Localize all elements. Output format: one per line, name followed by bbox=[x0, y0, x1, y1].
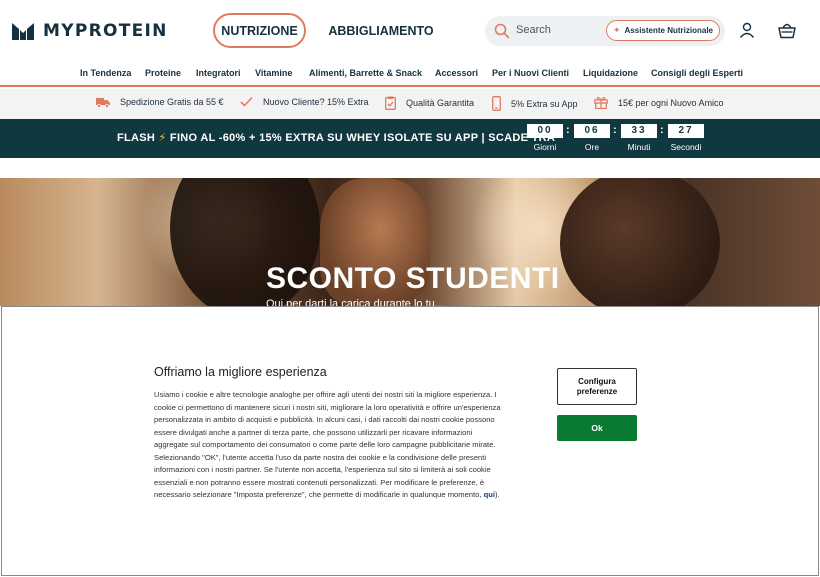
hero-title: SCONTO STUDENTI bbox=[266, 262, 560, 295]
user-icon[interactable] bbox=[739, 22, 755, 38]
cookie-body-text: Usiamo i cookie e altre tecnologie analo… bbox=[154, 390, 501, 499]
countdown-seconds: 27 bbox=[668, 124, 704, 138]
cookie-here-link[interactable]: qui bbox=[484, 490, 495, 499]
check-icon bbox=[240, 96, 253, 107]
nutrition-assistant-button[interactable]: ✦ Assistente Nutrizionale bbox=[606, 20, 720, 41]
countdown-days: 00 bbox=[527, 124, 563, 138]
search-bar[interactable]: Search ✦ Assistente Nutrizionale bbox=[485, 16, 725, 46]
phone-icon bbox=[492, 96, 501, 111]
promo-text: FLASH ⚡ FINO AL -60% + 15% EXTRA SU WHEY… bbox=[117, 131, 555, 144]
category-vitamine[interactable]: Vitamine bbox=[255, 68, 292, 78]
category-liquidazione[interactable]: Liquidazione bbox=[583, 68, 638, 78]
countdown-minutes-label: Minuti bbox=[627, 142, 651, 152]
search-input[interactable]: Search bbox=[516, 24, 551, 36]
nav-nutrizione[interactable]: NUTRIZIONE bbox=[213, 13, 306, 48]
promo-text-start: FLASH bbox=[117, 132, 159, 144]
category-proteine[interactable]: Proteine bbox=[145, 68, 181, 78]
category-accessori[interactable]: Accessori bbox=[435, 68, 478, 78]
cookie-body: Usiamo i cookie e altre tecnologie analo… bbox=[154, 389, 504, 502]
usp-new-customer-text: Nuovo Cliente? 15% Extra bbox=[263, 96, 369, 107]
category-alimenti[interactable]: Alimenti, Barrette & Snack bbox=[309, 68, 422, 78]
usp-shipping[interactable]: Spedizione Gratis da 55 € bbox=[96, 96, 224, 108]
hero-photo-person bbox=[560, 178, 720, 306]
site-header: MYPROTEIN NUTRIZIONE ABBIGLIAMENTO Searc… bbox=[0, 0, 820, 62]
usp-referral[interactable]: 15€ per ogni Nuovo Amico bbox=[594, 96, 724, 109]
nav-abbigliamento[interactable]: ABBIGLIAMENTO bbox=[326, 13, 436, 48]
category-nav: In Tendenza Proteine Integratori Vitamin… bbox=[0, 62, 820, 87]
search-icon bbox=[494, 23, 510, 39]
promo-text-end: FINO AL -60% + 15% EXTRA SU WHEY ISOLATE… bbox=[166, 132, 556, 144]
logo-text: MYPROTEIN bbox=[43, 21, 168, 41]
usp-shipping-text: Spedizione Gratis da 55 € bbox=[120, 97, 224, 107]
truck-icon bbox=[96, 98, 110, 108]
countdown-days-label: Giorni bbox=[533, 142, 557, 152]
cookie-body-end: ). bbox=[494, 490, 500, 499]
usp-bar: Spedizione Gratis da 55 € Nuovo Cliente?… bbox=[0, 89, 820, 119]
gift-icon bbox=[594, 96, 608, 109]
clipboard-check-icon bbox=[385, 96, 396, 110]
flash-sale-banner[interactable]: FLASH ⚡ FINO AL -60% + 15% EXTRA SU WHEY… bbox=[0, 119, 820, 158]
cookie-consent-dialog: Offriamo la migliore esperienza Usiamo i… bbox=[1, 306, 819, 576]
countdown-hours: 06 bbox=[574, 124, 610, 138]
usp-quality[interactable]: Qualità Garantita bbox=[385, 96, 474, 110]
hero-banner[interactable]: SCONTO STUDENTI Qui per darti la carica … bbox=[0, 178, 820, 306]
countdown-hours-label: Ore bbox=[584, 142, 600, 152]
countdown-separator: : bbox=[613, 124, 617, 136]
cookie-title: Offriamo la migliore esperienza bbox=[154, 365, 327, 379]
ok-button[interactable]: Ok bbox=[557, 415, 637, 441]
configure-preferences-button[interactable]: Configura preferenze bbox=[557, 368, 637, 405]
category-in-tendenza[interactable]: In Tendenza bbox=[80, 68, 131, 78]
usp-quality-text: Qualità Garantita bbox=[406, 98, 475, 108]
countdown-separator: : bbox=[660, 124, 664, 136]
category-consigli[interactable]: Consigli degli Esperti bbox=[651, 68, 743, 78]
myprotein-logo[interactable]: MYPROTEIN bbox=[12, 20, 168, 42]
hero-subtitle: Qui per darti la carica durante lo tu... bbox=[266, 298, 444, 306]
category-integratori[interactable]: Integratori bbox=[196, 68, 241, 78]
countdown-minutes: 33 bbox=[621, 124, 657, 138]
basket-icon[interactable] bbox=[778, 22, 796, 39]
usp-app-text: 5% Extra su App bbox=[511, 98, 578, 109]
usp-new-customer[interactable]: Nuovo Cliente? 15% Extra bbox=[240, 96, 369, 107]
lightning-icon: ⚡ bbox=[158, 132, 167, 144]
usp-app[interactable]: 5% Extra su App bbox=[492, 96, 578, 111]
countdown-separator: : bbox=[566, 124, 570, 136]
usp-referral-text: 15€ per ogni Nuovo Amico bbox=[618, 97, 724, 108]
logo-mark-icon bbox=[12, 23, 34, 40]
assistant-label: Assistente Nutrizionale bbox=[624, 26, 713, 35]
category-nuovi-clienti[interactable]: Per i Nuovi Clienti bbox=[492, 68, 569, 78]
sparkle-icon: ✦ bbox=[612, 25, 621, 35]
countdown-seconds-label: Secondi bbox=[670, 142, 702, 152]
